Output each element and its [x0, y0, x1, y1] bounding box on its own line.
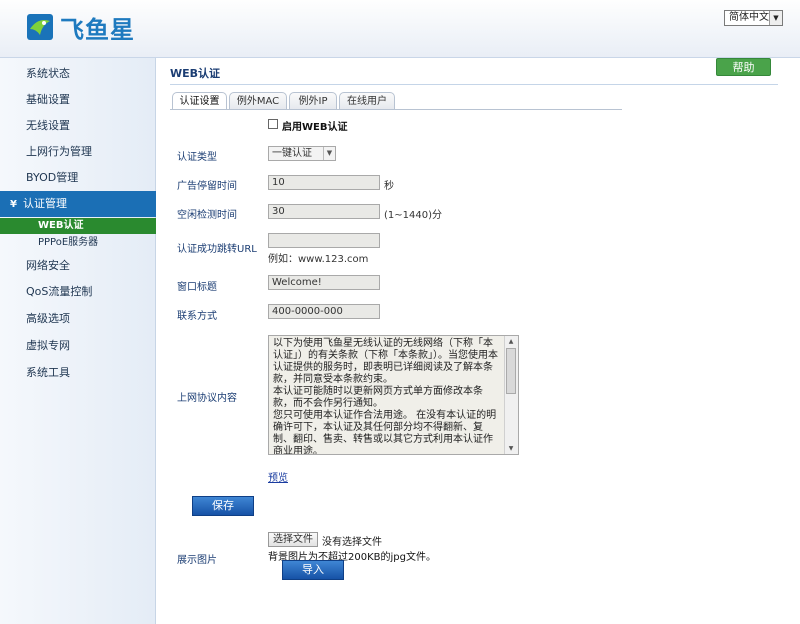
- preview-link[interactable]: 预览: [268, 469, 288, 484]
- contact-input[interactable]: 400-0000-000: [268, 304, 380, 319]
- tab-auth-settings[interactable]: 认证设置: [172, 92, 227, 110]
- sidebar-item-advanced[interactable]: 高级选项: [0, 306, 156, 332]
- sidebar-item-qos[interactable]: QoS流量控制: [0, 279, 156, 305]
- logo-fish-icon: [27, 14, 53, 40]
- title-divider: [170, 84, 778, 85]
- contact-label: 联系方式: [177, 311, 217, 322]
- sidebar-item-wireless-settings[interactable]: 无线设置: [0, 113, 156, 139]
- tab-exception-mac[interactable]: 例外MAC: [229, 92, 287, 110]
- ad-stay-label: 广告停留时间: [177, 181, 237, 192]
- chevron-down-icon: ▼: [323, 147, 335, 160]
- sidebar: 系统状态 基础设置 无线设置 上网行为管理 BYOD管理 ¥ 认证管理 WEB认证…: [0, 58, 156, 624]
- header: 飞鱼星 简体中文 ▼: [0, 0, 800, 58]
- sidebar-item-network-security[interactable]: 网络安全: [0, 253, 156, 279]
- sidebar-item-auth-management[interactable]: ¥ 认证管理: [0, 191, 156, 217]
- enable-web-auth-label: 启用WEB认证: [282, 122, 348, 133]
- language-select[interactable]: 简体中文 ▼: [724, 10, 783, 26]
- enable-web-auth-checkbox[interactable]: [268, 119, 278, 129]
- sidebar-subitem-pppoe-server[interactable]: PPPoE服务器: [0, 235, 156, 251]
- choose-file-button[interactable]: 选择文件: [268, 532, 318, 547]
- idle-detect-unit: (1~1440)分: [384, 210, 442, 221]
- idle-detect-input[interactable]: 30: [268, 204, 380, 219]
- agreement-label: 上网协议内容: [177, 393, 237, 404]
- window-title-label: 窗口标题: [177, 282, 217, 293]
- language-value: 简体中文: [729, 12, 769, 23]
- auth-type-select[interactable]: 一键认证 ▼: [268, 146, 336, 161]
- sidebar-item-basic-settings[interactable]: 基础设置: [0, 87, 156, 113]
- ad-stay-unit: 秒: [384, 181, 394, 192]
- sidebar-item-behavior-management[interactable]: 上网行为管理: [0, 139, 156, 165]
- tab-online-users[interactable]: 在线用户: [339, 92, 395, 110]
- save-button[interactable]: 保存: [192, 496, 254, 516]
- window-title-input[interactable]: Welcome!: [268, 275, 380, 290]
- double-chevron-down-icon: ¥: [10, 199, 17, 210]
- tab-exception-ip[interactable]: 例外IP: [289, 92, 337, 110]
- sidebar-item-system-status[interactable]: 系统状态: [0, 61, 156, 87]
- scroll-down-icon[interactable]: ▼: [506, 444, 516, 453]
- scroll-up-icon[interactable]: ▲: [506, 337, 516, 346]
- redirect-url-hint: 例如：www.123.com: [268, 254, 369, 265]
- sidebar-item-vpn[interactable]: 虚拟专网: [0, 333, 156, 359]
- sidebar-subitem-web-auth[interactable]: WEB认证: [0, 218, 156, 234]
- help-button[interactable]: 帮助: [716, 58, 771, 76]
- no-file-text: 没有选择文件: [322, 537, 382, 548]
- redirect-url-input[interactable]: [268, 233, 380, 248]
- display-image-label: 展示图片: [177, 555, 217, 566]
- redirect-url-label: 认证成功跳转URL: [177, 244, 257, 255]
- auth-type-value: 一键认证: [272, 148, 312, 159]
- import-button[interactable]: 导入: [282, 560, 344, 580]
- agreement-text: 以下为使用飞鱼星无线认证的无线网络（下称「本认证」）的有关条款（下称「本条款」）…: [273, 338, 498, 455]
- sidebar-item-byod[interactable]: BYOD管理: [0, 165, 156, 191]
- agreement-scrollbar[interactable]: ▲ ▼: [504, 336, 518, 454]
- main-content: WEB认证 帮助 认证设置 例外MAC 例外IP 在线用户 启用WEB认证 认证…: [157, 58, 800, 624]
- logo: 飞鱼星: [26, 12, 135, 44]
- ad-stay-input[interactable]: 10: [268, 175, 380, 190]
- logo-text: 飞鱼星: [60, 15, 135, 44]
- scroll-thumb[interactable]: [506, 348, 516, 394]
- tab-divider: [170, 109, 622, 110]
- idle-detect-label: 空闲检测时间: [177, 210, 237, 221]
- agreement-textarea[interactable]: 以下为使用飞鱼星无线认证的无线网络（下称「本认证」）的有关条款（下称「本条款」）…: [268, 335, 519, 455]
- auth-type-label: 认证类型: [177, 152, 217, 163]
- page-title: WEB认证: [170, 67, 221, 80]
- sidebar-item-system-tools[interactable]: 系统工具: [0, 360, 156, 386]
- chevron-down-icon: ▼: [769, 11, 782, 25]
